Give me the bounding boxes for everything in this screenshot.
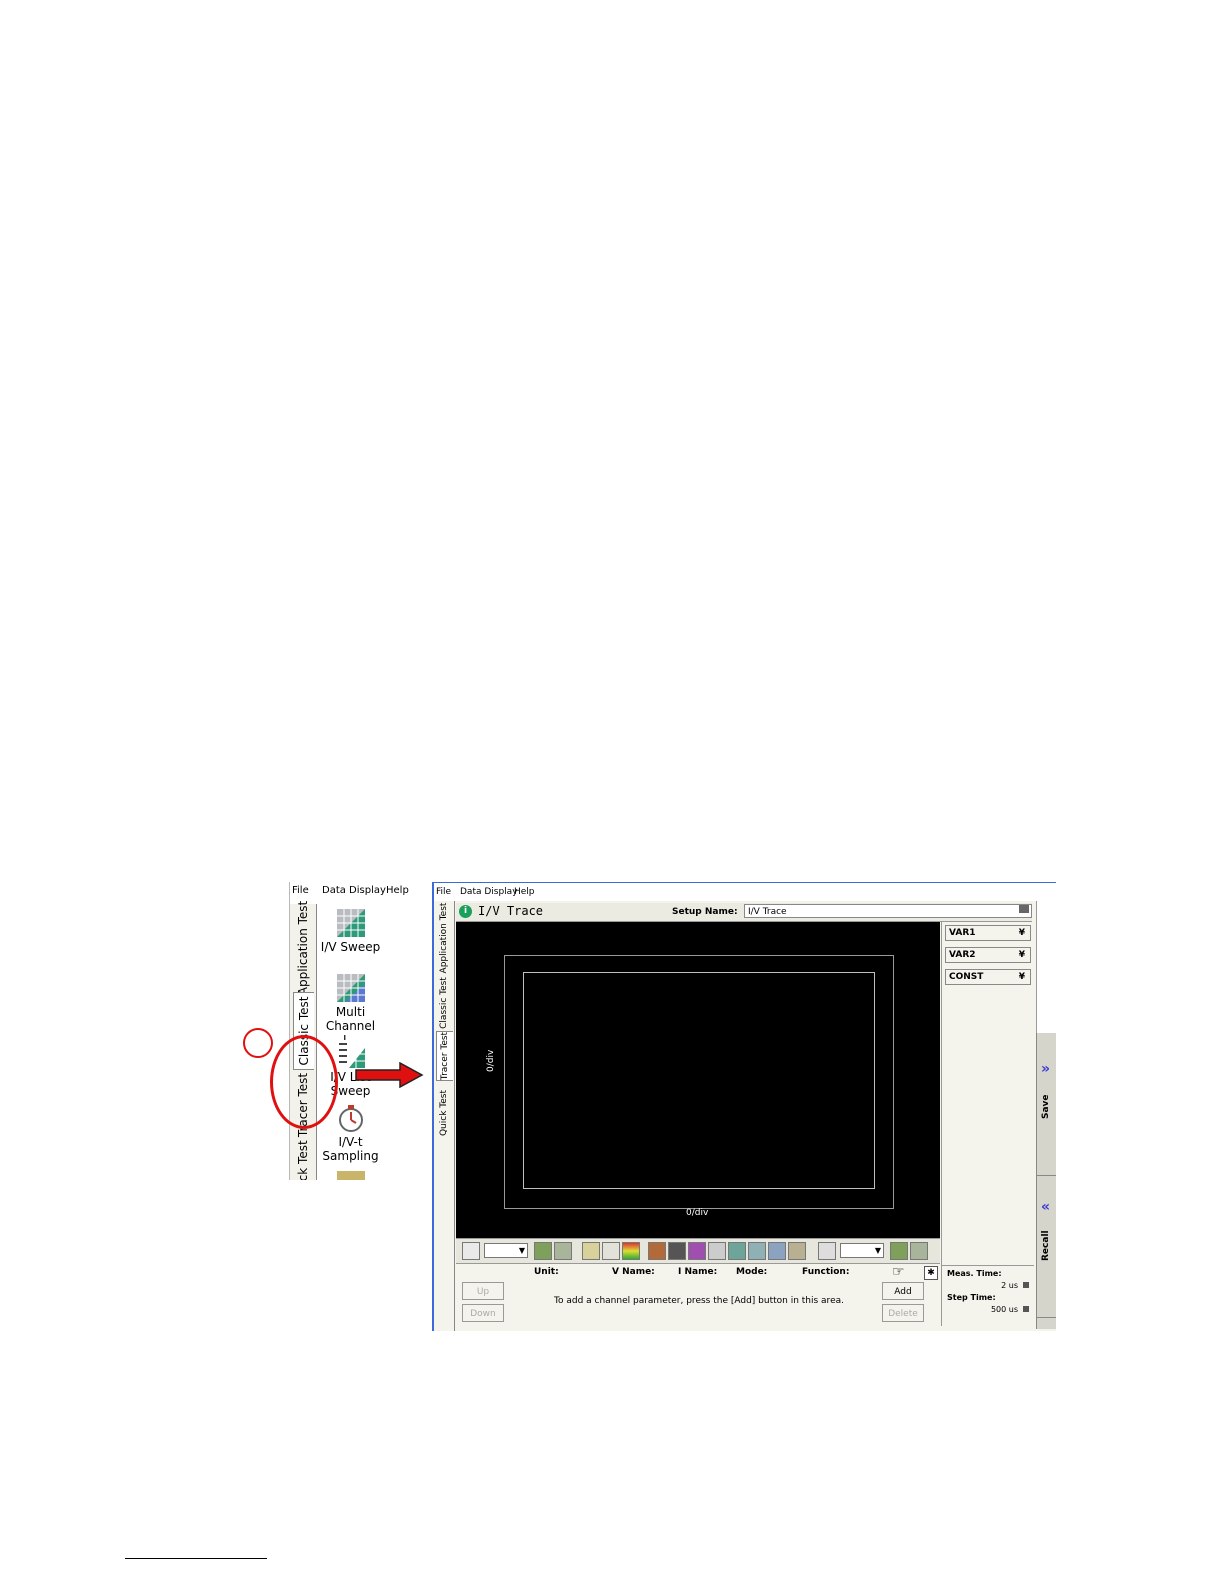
double-chevron-left-icon: « [1041, 1199, 1051, 1215]
menu-bar: File Data Display Help [290, 882, 411, 900]
step-time-value: 500 us [990, 1305, 1018, 1314]
scrollbar[interactable] [1036, 901, 1056, 1033]
tab-quick-test[interactable]: Quick Test [293, 1138, 313, 1180]
multi-channel-icon [337, 974, 365, 1002]
curve-button[interactable] [582, 1242, 600, 1260]
delete-button[interactable]: Delete [882, 1304, 924, 1322]
x-axis-button[interactable] [818, 1242, 836, 1260]
lin-scale-button[interactable] [534, 1242, 552, 1260]
chevron-down-icon: ¥ [1018, 972, 1025, 982]
var1-label: VAR1 [949, 928, 976, 938]
graph-toolbar: ▼ ▼ [456, 1238, 940, 1263]
side-button-strip: » Save « Recall [1036, 1033, 1056, 1329]
timing-panel: Meas. Time: 2 us Step Time: 500 us [942, 1265, 1034, 1327]
down-button[interactable]: Down [462, 1304, 504, 1322]
line1-button[interactable] [728, 1242, 746, 1260]
iv-trace-screenshot: File Data Display Help Application Test … [432, 882, 1056, 1331]
annotation-highlight-oval [270, 1035, 338, 1129]
cursor-button[interactable] [708, 1242, 726, 1260]
partial-icon [337, 1171, 365, 1180]
camera-icon[interactable] [668, 1242, 686, 1260]
keyboard-icon[interactable] [1019, 905, 1029, 913]
line3-button[interactable] [768, 1242, 786, 1260]
meas-time-value: 2 us [1001, 1281, 1018, 1290]
marker-button[interactable] [688, 1242, 706, 1260]
variable-panel: VAR1 ¥ VAR2 ¥ CONST ¥ Meas. Time: 2 us Step… [941, 922, 1034, 1326]
up-button[interactable]: Up [462, 1282, 504, 1300]
menu-help[interactable]: Help [514, 887, 535, 897]
var2-button[interactable]: VAR2 ¥ [945, 947, 1031, 963]
menu-data-display[interactable]: Data Display [322, 885, 386, 896]
dropdown-arrow-icon: ▼ [518, 1246, 525, 1255]
const-label: CONST [949, 972, 984, 982]
hand-pointer-icon[interactable]: ☞ [892, 1264, 905, 1280]
annotation-arrow-icon [355, 1062, 424, 1088]
setup-name-label: Setup Name: [672, 907, 738, 917]
menu-bar: File Data Display Help [434, 883, 1056, 901]
test-mode-tabs: Application Test Classic Test Tracer Tes… [434, 901, 455, 1331]
zoom-box-button[interactable] [648, 1242, 666, 1260]
var2-label: VAR2 [949, 950, 976, 960]
tab-selector-screenshot: File Data Display Help Application Test … [289, 882, 411, 1180]
autoscale-button[interactable] [554, 1242, 572, 1260]
menu-file[interactable]: File [292, 885, 309, 896]
setup-title-bar: i I/V Trace Setup Name: I/V Trace [456, 903, 1032, 922]
dropdown-arrow-icon: ▼ [874, 1246, 881, 1255]
recall-label: Recall [1041, 1230, 1051, 1261]
footnote-divider [125, 1558, 267, 1559]
list-item-label: I/V Sweep [320, 940, 381, 954]
channel-setup-panel: Unit: V Name: I Name: Mode: Function: ☞ … [456, 1263, 940, 1328]
setup-name-input[interactable]: I/V Trace [744, 904, 1032, 918]
var1-button[interactable]: VAR1 ¥ [945, 925, 1031, 941]
col-function: Function: [802, 1267, 850, 1277]
save-button[interactable]: » Save [1037, 1033, 1056, 1176]
col-i-name: I Name: [678, 1267, 718, 1277]
graph-area[interactable]: 0/div 0/div [456, 922, 940, 1238]
step-time-label: Step Time: [947, 1293, 996, 1302]
y-axis-label: 0/div [486, 1049, 496, 1072]
const-button[interactable]: CONST ¥ [945, 969, 1031, 985]
save-label: Save [1041, 1094, 1051, 1119]
calculator-icon[interactable] [1023, 1306, 1029, 1312]
menu-file[interactable]: File [436, 887, 451, 897]
graph-frame-inner [523, 972, 875, 1189]
y-axis-combo[interactable]: ▼ [484, 1243, 528, 1258]
tab-quick-test[interactable]: Quick Test [436, 1087, 452, 1139]
col-unit: Unit: [534, 1267, 559, 1277]
classic-test-list: I/V Sweep Multi Channel I... I/V List Sw… [318, 904, 411, 1180]
tab-tracer-test[interactable]: Tracer Test [436, 1031, 453, 1081]
annotation-circle-marker [243, 1028, 273, 1058]
info-icon[interactable]: i [459, 905, 472, 918]
chevron-down-icon: ¥ [1018, 950, 1025, 960]
blank-button[interactable] [602, 1242, 620, 1260]
menu-data-display[interactable]: Data Display [460, 887, 518, 897]
stopwatch-icon [339, 1105, 363, 1132]
x-axis-label: 0/div [686, 1208, 709, 1218]
grid-sweep-icon [337, 909, 365, 937]
recall-button[interactable]: « Recall [1037, 1175, 1056, 1318]
tab-application-test[interactable]: Application Test [293, 901, 313, 996]
double-chevron-right-icon: » [1041, 1061, 1051, 1077]
channel-hint-text: To add a channel parameter, press the [A… [554, 1296, 844, 1306]
chevron-down-icon: ¥ [1018, 928, 1025, 938]
tab-application-test[interactable]: Application Test [436, 903, 452, 974]
col-v-name: V Name: [612, 1267, 655, 1277]
col-mode: Mode: [736, 1267, 768, 1277]
y-axis-button[interactable] [462, 1242, 480, 1260]
add-button[interactable]: Add [882, 1282, 924, 1300]
x-autoscale-button[interactable] [910, 1242, 928, 1260]
x-axis-combo[interactable]: ▼ [840, 1243, 884, 1258]
tools-icon[interactable] [788, 1242, 806, 1260]
tab-classic-test[interactable]: Classic Test [436, 975, 452, 1031]
page-title: I/V Trace [478, 904, 544, 918]
meas-time-label: Meas. Time: [947, 1269, 1002, 1278]
x-lin-scale-button[interactable] [890, 1242, 908, 1260]
menu-help[interactable]: Help [386, 885, 409, 896]
list-item-label: I/V-t Sampling [322, 1135, 379, 1163]
line2-button[interactable] [748, 1242, 766, 1260]
signal-light-icon[interactable] [622, 1242, 640, 1260]
calculator-icon[interactable] [1023, 1282, 1029, 1288]
settings-tool-icon[interactable]: ✱ [924, 1266, 938, 1280]
